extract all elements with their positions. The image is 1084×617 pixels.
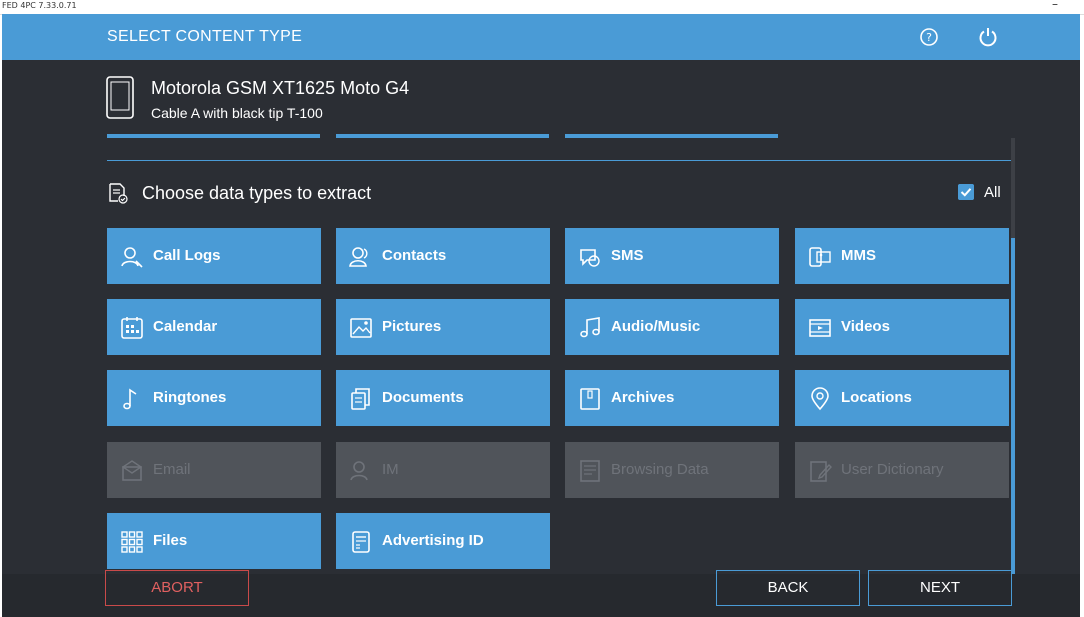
documents-icon: [351, 388, 370, 410]
header-bar: SELECT CONTENT TYPE ?: [2, 14, 1080, 60]
tile-label: Archives: [611, 389, 675, 406]
tile-label: Call Logs: [153, 247, 221, 264]
question-circle-icon[interactable]: ?: [919, 27, 939, 47]
mms-icon: [809, 247, 831, 267]
tile-contacts[interactable]: Contacts: [336, 228, 550, 284]
sms-icon: [580, 249, 600, 267]
tile-mms[interactable]: MMS: [795, 228, 1009, 284]
page-title: SELECT CONTENT TYPE: [107, 28, 303, 45]
tile-documents[interactable]: Documents: [336, 370, 550, 426]
tile-label: Documents: [382, 389, 464, 406]
tile-label: Files: [153, 532, 188, 549]
archive-icon: [580, 388, 600, 410]
svg-text:?: ?: [926, 31, 932, 44]
tile-locations[interactable]: Locations: [795, 370, 1009, 426]
tile-label: Advertising ID: [382, 532, 484, 549]
back-button[interactable]: BACK: [716, 570, 860, 606]
tile-label: Pictures: [382, 318, 442, 335]
tile-archives[interactable]: Archives: [565, 370, 779, 426]
tile-label: Ringtones: [153, 389, 227, 406]
select-all-label: All: [984, 184, 1001, 201]
abort-button[interactable]: ABORT: [105, 570, 249, 606]
music-icon: [580, 317, 600, 338]
tile-im: IM: [336, 442, 550, 498]
pictures-icon: [350, 318, 372, 338]
window-title: FED 4PC 7.33.0.71: [2, 1, 77, 10]
tile-label: Email: [153, 461, 191, 478]
id-card-icon: [352, 531, 370, 553]
tile-calendar[interactable]: Calendar: [107, 299, 321, 355]
im-icon: [350, 461, 368, 481]
email-icon: [121, 460, 143, 481]
phone-icon: [106, 76, 134, 119]
tile-label: Contacts: [382, 247, 447, 264]
document-check-icon: [109, 183, 128, 204]
device-cable: Cable A with black tip T-100: [151, 105, 323, 121]
video-icon: [809, 319, 831, 337]
tile-label: IM: [382, 461, 399, 478]
tile-files[interactable]: Files: [107, 513, 321, 569]
tile-pictures[interactable]: Pictures: [336, 299, 550, 355]
phone-person-icon: [121, 247, 143, 268]
dictionary-icon: [810, 461, 832, 482]
tile-call-logs[interactable]: Call Logs: [107, 228, 321, 284]
checkmark-icon[interactable]: [958, 184, 974, 200]
tile-label: MMS: [841, 247, 876, 264]
tile-label: User Dictionary: [841, 461, 944, 478]
tile-label: Videos: [841, 318, 890, 335]
window-titlebar: FED 4PC 7.33.0.71 –: [0, 0, 1084, 15]
browsing-icon: [580, 460, 600, 482]
section-title: Choose data types to extract: [142, 183, 372, 203]
power-icon[interactable]: [977, 26, 999, 48]
next-button[interactable]: NEXT: [868, 570, 1012, 606]
scrollbar-thumb[interactable]: [1011, 238, 1015, 578]
minimize-button[interactable]: –: [1052, 0, 1058, 11]
tile-ringtones[interactable]: Ringtones: [107, 370, 321, 426]
step-progress: [107, 134, 1017, 138]
tile-advertising-id[interactable]: Advertising ID: [336, 513, 550, 569]
tile-email: Email: [107, 442, 321, 498]
tile-label: Audio/Music: [611, 318, 701, 335]
device-name: Motorola GSM XT1625 Moto G4: [151, 78, 410, 98]
tile-user-dictionary: User Dictionary: [795, 442, 1009, 498]
tile-label: Calendar: [153, 318, 218, 335]
calendar-icon: [121, 317, 143, 339]
tile-sms[interactable]: SMS: [565, 228, 779, 284]
tile-label: Locations: [841, 389, 912, 406]
tile-label: Browsing Data: [611, 461, 709, 478]
tile-browsing-data: Browsing Data: [565, 442, 779, 498]
contacts-icon: [349, 247, 368, 267]
tile-audio-music[interactable]: Audio/Music: [565, 299, 779, 355]
note-icon: [123, 388, 137, 410]
location-pin-icon: [811, 387, 829, 411]
grid-icon: [121, 531, 143, 553]
tile-videos[interactable]: Videos: [795, 299, 1009, 355]
app-window: SELECT CONTENT TYPE ? Motorola GSM XT162…: [2, 14, 1080, 617]
tile-label: SMS: [611, 247, 644, 264]
divider: [107, 160, 1013, 161]
